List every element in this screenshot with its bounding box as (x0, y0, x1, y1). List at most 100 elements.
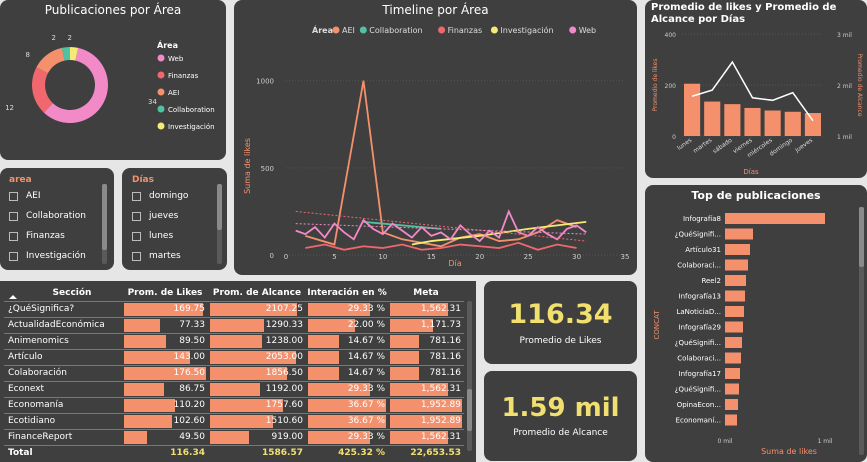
checkbox[interactable] (9, 191, 18, 201)
cell-value: 781.16 (388, 349, 464, 365)
row-label: Economanía (8, 400, 64, 410)
row-label: Total (8, 448, 33, 458)
dias-option-jueves[interactable]: jueves (132, 211, 178, 221)
checkbox[interactable] (132, 211, 141, 221)
cell-value: 2107.25 (208, 301, 306, 317)
cell-text: 89.50 (179, 336, 205, 346)
col-header-likes[interactable]: Prom. de Likes (122, 285, 208, 301)
row-label: ¿QuéSignifica? (8, 304, 75, 314)
series-line-collaboration (363, 220, 442, 230)
cell-value: 1,171.73 (388, 317, 464, 333)
col-header-meta[interactable]: Meta (388, 285, 464, 301)
x-tick-label: 10 (378, 253, 387, 261)
cell-text: 29.33 % (347, 304, 385, 314)
top-category-label: Colaboraci... (677, 262, 721, 270)
dias-option-domingo[interactable]: domingo (132, 191, 188, 201)
cell-text: 1,562.31 (420, 432, 461, 442)
cell-text: 102.60 (173, 416, 206, 426)
table-scroll-thumb[interactable] (467, 389, 472, 431)
top-category-label: Reel2 (701, 277, 721, 285)
top-bar (725, 259, 748, 271)
top-xlabel: Suma de likes (761, 447, 817, 456)
top-category-label: ¿QuéSignifi... (675, 339, 721, 347)
x-tick-label: jueves (793, 137, 814, 155)
y-tick-label: 0 (270, 252, 274, 260)
table-row: Animenomics 89.50 1238.00 14.67 % 781.16 (4, 333, 464, 349)
combo-panel: Promedio de likes y Promedio de Alcance … (645, 0, 867, 178)
cell-text: 781.16 (429, 336, 462, 346)
top-category-label: LaNoticiaD... (676, 308, 721, 316)
data-bar (308, 366, 339, 380)
col-header-alcance[interactable]: Prom. de Alcance (208, 285, 306, 301)
data-bar (210, 382, 260, 396)
combo-ylabel-left: Promedio de likes (652, 59, 659, 112)
top-category-label: Artículo31 (685, 246, 721, 254)
checkbox[interactable] (9, 211, 18, 221)
timeline-xlabel: Día (448, 259, 461, 268)
cell-value: 1,562.31 (388, 301, 464, 317)
cell-value: 919.00 (208, 429, 306, 445)
cell-value: 36.67 % (306, 413, 388, 429)
dias-option-lunes[interactable]: lunes (132, 231, 173, 241)
cell-text: 176.50 (173, 368, 206, 378)
area-slicer-scroll-thumb[interactable] (102, 184, 107, 250)
checkbox[interactable] (9, 231, 18, 241)
row-label: Ecotidiano (8, 416, 56, 426)
cell-value: 14.67 % (306, 365, 388, 381)
y-tick-label: 500 (261, 165, 274, 173)
x-tick-label: 0 (284, 253, 288, 261)
legend-marker (490, 26, 498, 34)
top-bar (725, 290, 745, 302)
top-category-label: Infografía29 (679, 324, 721, 332)
cell-text: 36.67 % (347, 416, 385, 426)
cell-text: 1238.00 (265, 336, 303, 346)
kpi-alcance-label: Promedio de Alcance (513, 428, 608, 438)
cell-value: 36.67 % (306, 397, 388, 413)
data-bar (308, 334, 339, 348)
area-option-collaboration[interactable]: Collaboration (9, 211, 86, 221)
dias-option-martes[interactable]: martes (132, 251, 181, 261)
row-label: Colaboración (8, 368, 67, 378)
top-bar (725, 399, 738, 410)
top-bar (725, 352, 741, 364)
col-header-interaccion[interactable]: Interación en % (306, 285, 388, 301)
legend-marker (157, 105, 165, 113)
checkbox[interactable] (132, 251, 141, 261)
donut-legend-investigación: Investigación (168, 123, 215, 131)
data-bar (308, 350, 339, 364)
top-scroll-thumb[interactable] (859, 207, 864, 267)
cell-text: 1192.00 (265, 384, 303, 394)
cell-value: 22.00 % (306, 317, 388, 333)
cell-value: 1192.00 (208, 381, 306, 397)
cell-text: 919.00 (271, 432, 304, 442)
top-bar (725, 228, 753, 240)
cell-value: 14.67 % (306, 349, 388, 365)
area-option-investigacion[interactable]: Investigación (9, 251, 86, 261)
area-option-finanzas[interactable]: Finanzas (9, 231, 65, 241)
cell-text: 29.33 % (347, 384, 385, 394)
col-header-seccion[interactable]: Sección (4, 285, 122, 301)
data-bar (124, 318, 160, 332)
cell-value: 1,952.89 (388, 413, 464, 429)
legend-marker (157, 71, 165, 79)
data-bar (124, 382, 164, 396)
area-option-aei[interactable]: AEI (9, 191, 41, 201)
area-slicer: area AEI Collaboration Finanzas Investig… (0, 168, 114, 270)
row-label: Econext (8, 384, 45, 394)
kpi-likes-value: 116.34 (508, 299, 613, 330)
cell-value: 1510.60 (208, 413, 306, 429)
cell-text: 36.67 % (347, 400, 385, 410)
cell-value: 143.00 (122, 349, 208, 365)
donut-value-label: 2 (52, 34, 56, 42)
cell-value: 49.50 (122, 429, 208, 445)
checkbox[interactable] (9, 251, 18, 261)
timeline-legend-finanzas: Finanzas (448, 26, 483, 35)
dias-slicer-title: Días (132, 175, 154, 185)
cell-text: 1,171.73 (420, 320, 461, 330)
cell-text: 22.00 % (347, 320, 385, 330)
cell-text: 77.33 (179, 320, 205, 330)
checkbox[interactable] (132, 231, 141, 241)
cell-text: 1,562.31 (420, 384, 461, 394)
dias-slicer-scroll-thumb[interactable] (217, 184, 222, 230)
checkbox[interactable] (132, 191, 141, 201)
